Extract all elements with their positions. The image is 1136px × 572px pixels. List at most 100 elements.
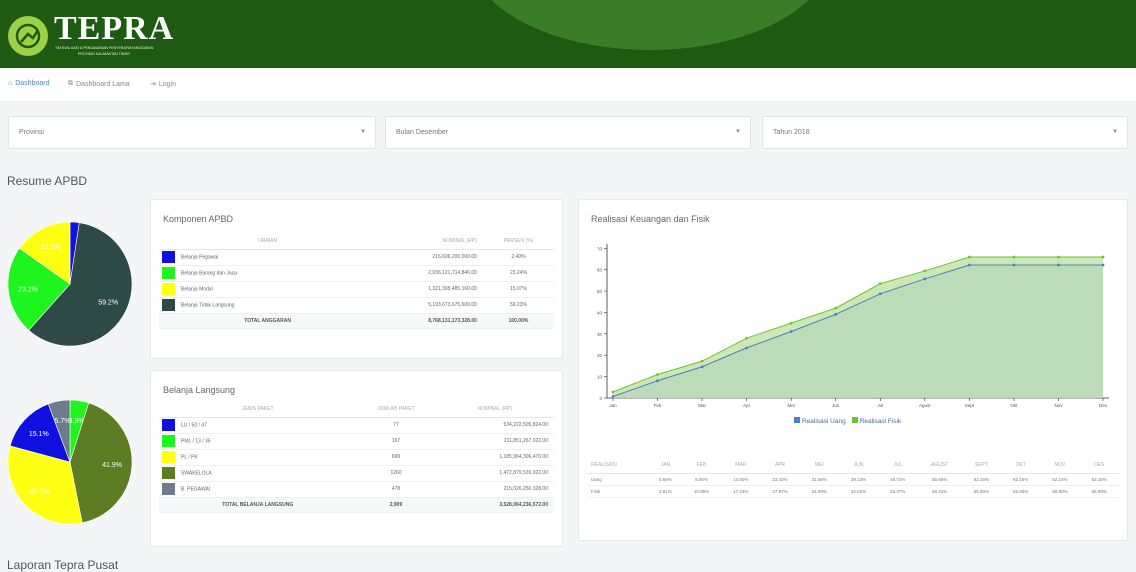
column-header: JUL (878, 457, 918, 474)
data-point[interactable] (745, 336, 749, 340)
total-nominal: 8,768,131,173,328.00 (376, 313, 483, 329)
row-label: Belanja Barang dan Jasa (181, 270, 237, 277)
legend-swatch (794, 417, 800, 423)
table-cell: 17.23% (721, 485, 761, 498)
data-point[interactable] (967, 263, 971, 267)
column-header: JAN (649, 457, 682, 474)
provinsi-select[interactable]: Provinsi ▼ (8, 116, 376, 149)
data-point[interactable] (878, 282, 882, 286)
y-tick-label: 60 (597, 268, 603, 273)
nav-item-label: Dashboard Lama (76, 80, 130, 88)
bulan-select[interactable]: Bulan Desember ▼ (385, 116, 751, 149)
x-tick-label: Feb (654, 403, 662, 408)
data-point[interactable] (834, 312, 838, 316)
tahun-select-value: Tahun 2018 (773, 129, 810, 136)
komponen-apbd-title: Komponen APBD (163, 214, 234, 224)
data-point[interactable] (1057, 263, 1060, 267)
row-label: Belanja Tidak Langsung (181, 302, 235, 309)
data-point[interactable] (967, 255, 971, 259)
row-nominal: 1,185,964,306,470.00 (435, 449, 554, 466)
realisasi-header-row: REALISASI JAN FEB MAR APR MEI JUN JUL AGUST SEPT… (587, 457, 1119, 474)
provinsi-select-value: Provinsi (19, 129, 44, 136)
data-point[interactable] (789, 321, 793, 325)
row-persen: 2.49% (482, 249, 554, 266)
x-tick-label: Mei (788, 403, 795, 408)
data-point[interactable] (834, 306, 838, 310)
realisasi-card: Realisasi Keuangan dan Fisik 0 10 20 30 40 50… (578, 199, 1128, 541)
y-tick-label: 40 (597, 310, 603, 315)
nav-item-label: Dashboard (15, 80, 50, 87)
external-link-icon: ⧉ (68, 80, 73, 87)
table-cell: 0.69% (649, 473, 682, 486)
x-tick-label: Sept (965, 403, 975, 408)
belanja-langsung-card: Belanja Langsung JENIS PAKET JUMLAH PAKE… (150, 370, 563, 547)
data-point[interactable] (789, 330, 793, 333)
data-point[interactable] (700, 359, 704, 363)
data-point[interactable] (611, 390, 615, 394)
table-row: Belanja Tidak Langsung 5,193,673,675,600… (159, 297, 554, 314)
table-cell: 42.02% (838, 485, 879, 498)
row-label: PML / 13 / 35 (181, 438, 211, 445)
data-point[interactable] (656, 373, 659, 376)
table-cell: 65.90% (1001, 485, 1041, 498)
data-point[interactable] (923, 269, 927, 273)
total-label: TOTAL ANGGARAN (159, 313, 377, 329)
column-header: DES (1079, 457, 1119, 474)
row-label: Belanja Modal (181, 286, 213, 293)
row-nominal: 215,026,250,328.00 (435, 481, 554, 498)
row-nominal: 1,321,305,485,160.00 (376, 281, 483, 298)
chevron-down-icon: ▼ (735, 129, 741, 135)
table-cell: 10.99% (681, 485, 722, 498)
row-persen: 23.24% (482, 265, 554, 282)
data-point[interactable] (611, 395, 615, 398)
data-point[interactable] (700, 365, 704, 369)
belanja-langsung-title: Belanja Langsung (163, 385, 236, 395)
total-label: TOTAL BELANJA LANGSUNG (159, 497, 357, 513)
data-point[interactable] (878, 292, 882, 296)
table-cell: 62.16% (1040, 473, 1080, 486)
table-row: Belanja Barang dan Jasa 2,036,121,714,84… (159, 265, 554, 282)
table-cell: 62.16% (961, 473, 1002, 486)
data-point[interactable] (745, 346, 749, 350)
header-glow (470, 0, 830, 50)
x-tick-label: Jul (877, 403, 883, 408)
pie-slice-label: 5.7% (54, 418, 70, 425)
table-cell: 23.43% (760, 473, 800, 486)
column-header: JUMLAH PAKET (356, 402, 436, 418)
column-header: NOMINAL (RP) (376, 234, 483, 250)
brand-title: TEPRA (54, 10, 175, 47)
belanja-pie-chart: 4.9%41.9%32.3%15.1%5.7% (7, 399, 133, 525)
total-row: TOTAL ANGGARAN 8,768,131,173,328.00 100.… (159, 313, 554, 329)
pie-slice-label: 23.2% (18, 286, 38, 293)
nav-item-dashboard-lama[interactable]: ⧉ Dashboard Lama (68, 80, 130, 88)
color-swatch (162, 419, 175, 431)
column-header: MEI (799, 457, 839, 474)
row-jumlah: 167 (356, 433, 436, 450)
color-swatch (162, 467, 175, 479)
tahun-select[interactable]: Tahun 2018 ▼ (762, 116, 1128, 149)
x-tick-label: Apr (743, 403, 751, 408)
column-header: NOMINAL (RP) (435, 402, 554, 418)
data-point[interactable] (1101, 255, 1105, 259)
data-point[interactable] (1101, 263, 1105, 267)
nav-item-login[interactable]: ⇥ Login (150, 80, 176, 89)
data-point[interactable] (923, 277, 927, 281)
nav-item-dashboard[interactable]: ⌂ Dashboard (8, 80, 49, 87)
total-nominal: 3,528,064,236,572.00 (435, 497, 554, 513)
legend-item-fisik[interactable]: Realisasi Fisik (851, 417, 901, 425)
y-tick-label: 70 (597, 246, 603, 251)
laporan-tepra-pusat-title: Laporan Tepra Pusat (7, 558, 119, 572)
data-point[interactable] (656, 379, 659, 383)
row-nominal: 211,851,267,022.00 (435, 433, 554, 450)
row-persen: 15.07% (482, 281, 554, 298)
data-point[interactable] (1012, 255, 1016, 259)
table-row: SWAKELOLA 1260 1,472,879,539,022.00 (159, 465, 554, 482)
data-point[interactable] (1012, 263, 1016, 267)
table-cell: 55.66% (917, 473, 962, 486)
realisasi-table: REALISASI JAN FEB MAR APR MEI JUN JUL AGUST SEPT… (587, 457, 1119, 498)
row-label: Fisik (587, 485, 649, 498)
data-point[interactable] (1057, 255, 1060, 259)
column-header: SEPT (961, 457, 1002, 474)
pie-slice-label: 32.3% (29, 488, 49, 495)
legend-item-uang[interactable]: Realisasi Uang (794, 417, 846, 425)
